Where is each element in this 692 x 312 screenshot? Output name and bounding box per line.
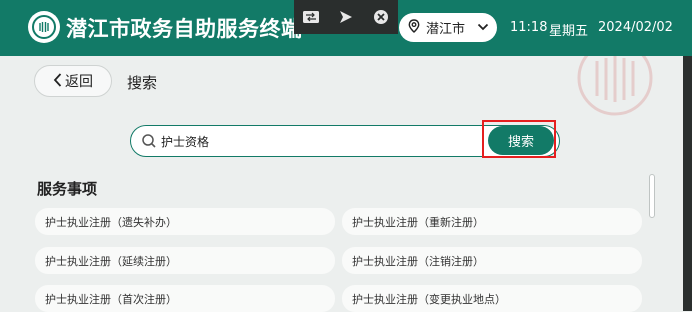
watermark-emblem (560, 40, 670, 116)
clock-time: 11:18 (510, 20, 548, 35)
service-item[interactable]: 护士执业注册（首次注册） (35, 285, 335, 312)
app-title: 潜江市政务自助服务终端 (66, 17, 303, 41)
window-edge (683, 56, 692, 311)
scrollbar-thumb[interactable] (649, 174, 655, 218)
close-icon[interactable] (369, 5, 393, 29)
page-title: 搜索 (127, 74, 158, 92)
clock-date: 2024/02/02 (598, 20, 673, 35)
service-item[interactable]: 护士执业注册（遗失补办） (35, 208, 335, 235)
back-button[interactable]: 返回 (34, 65, 112, 97)
send-icon[interactable] (334, 5, 358, 29)
back-label: 返回 (65, 74, 93, 90)
location-label: 潜江市 (426, 22, 466, 37)
app-logo (28, 11, 60, 43)
service-item[interactable]: 护士执业注册（重新注册） (342, 208, 642, 235)
highlight-box (482, 120, 556, 158)
service-item[interactable]: 护士执业注册（变更执业地点） (342, 285, 642, 312)
location-selector[interactable]: 潜江市 (399, 13, 497, 42)
search-input[interactable] (161, 131, 491, 151)
chevron-down-icon (477, 20, 489, 35)
floating-toolbar (294, 0, 398, 34)
service-item[interactable]: 护士执业注册（延续注册） (35, 247, 335, 274)
service-item[interactable]: 护士执业注册（注销注册） (342, 247, 642, 274)
chevron-left-icon (53, 72, 62, 90)
screen-icon[interactable] (299, 5, 323, 29)
location-pin-icon (408, 18, 420, 37)
section-title: 服务事项 (37, 180, 98, 198)
search-icon (141, 133, 157, 149)
clock-weekday: 星期五 (549, 24, 589, 39)
